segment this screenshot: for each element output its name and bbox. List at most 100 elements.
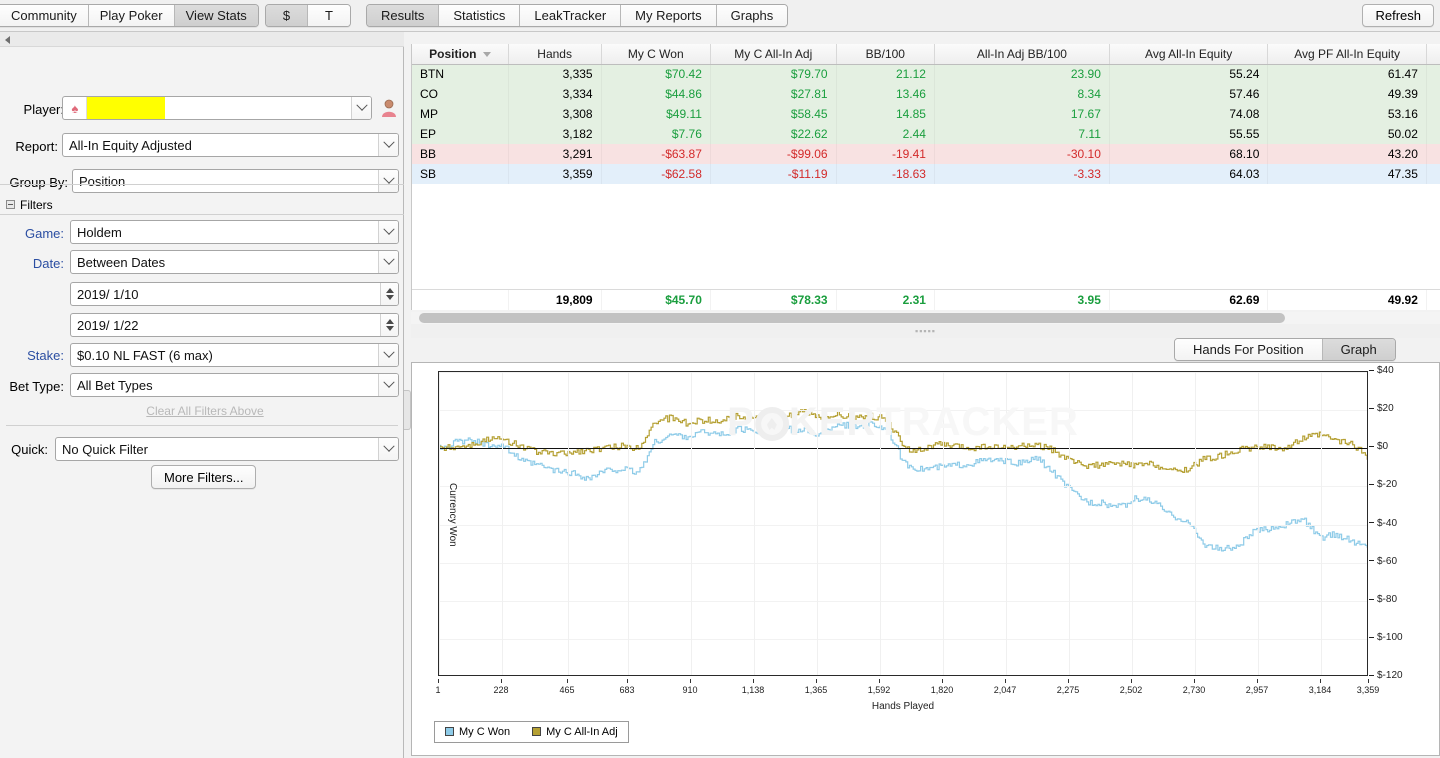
stepper-up-icon[interactable]	[386, 288, 394, 293]
cell-my_c_allin_adj: $79.70	[710, 64, 836, 84]
totals-allin-adj-bb100: 3.95	[934, 290, 1109, 310]
chart-x-tick: 2,730	[1183, 685, 1206, 695]
quick-filter-chevron-down-icon[interactable]	[378, 437, 398, 461]
stepper-up-icon[interactable]	[386, 319, 394, 324]
col-header-avg-f-allin-equity[interactable]: Avg F All-In Equity	[1426, 44, 1440, 64]
table-horizontal-scrollbar[interactable]	[411, 312, 1440, 324]
more-filters-button[interactable]: More Filters...	[151, 465, 256, 489]
cell-avg_f_allin_equity: 56	[1426, 84, 1440, 104]
stepper-down-icon[interactable]	[386, 326, 394, 331]
tab-results[interactable]: Results	[367, 5, 439, 26]
bet-type-chevron-down-icon[interactable]	[378, 373, 398, 397]
currency-toggle-segment[interactable]: $ T	[265, 4, 351, 27]
cell-my_c_won: -$62.58	[601, 164, 710, 184]
cell-hands: 3,182	[508, 124, 601, 144]
stats-tabs-segment[interactable]: Results Statistics LeakTracker My Report…	[366, 4, 788, 27]
cell-avg_pf_allin_equity: 49.39	[1268, 84, 1427, 104]
col-header-my-c-allin-adj[interactable]: My C All-In Adj	[710, 44, 836, 64]
date-chevron-down-icon[interactable]	[378, 250, 398, 274]
sidebar-collapse-bar[interactable]	[0, 32, 404, 47]
cell-hands: 3,335	[508, 64, 601, 84]
table-row[interactable]: MP3,308$49.11$58.4514.8517.6774.0853.168…	[412, 104, 1440, 124]
quick-filter-select[interactable]: No Quick Filter	[55, 437, 399, 461]
scrollbar-thumb[interactable]	[419, 313, 1285, 323]
refresh-button[interactable]: Refresh	[1362, 4, 1434, 27]
date-from-stepper[interactable]	[380, 282, 398, 306]
stake-select[interactable]: $0.10 NL FAST (6 max)	[70, 343, 399, 367]
col-header-position[interactable]: Position	[412, 44, 508, 64]
tab-leaktracker[interactable]: LeakTracker	[520, 5, 621, 26]
table-row[interactable]: SB3,359-$62.58-$11.19-18.63-3.3364.0347.…	[412, 164, 1440, 184]
tab-graph[interactable]: Graph	[1323, 339, 1395, 360]
tab-hands-for-position[interactable]: Hands For Position	[1175, 339, 1323, 360]
chart-gridline-vertical	[1132, 372, 1133, 675]
currency-dollar-button[interactable]: $	[266, 5, 308, 26]
player-dropdown-chevron-icon[interactable]	[351, 96, 371, 120]
sidebar-resize-grip[interactable]	[404, 390, 411, 430]
totals-row: 19,809 $45.70 $78.33 2.31 3.95 62.69 49.…	[412, 289, 1440, 309]
chart-x-tick: 465	[559, 685, 574, 695]
chart-x-tick: 1,138	[742, 685, 765, 695]
bet-type-select[interactable]: All Bet Types	[70, 373, 399, 397]
cell-avg_pf_allin_equity: 53.16	[1268, 104, 1427, 124]
quick-filter-value: No Quick Filter	[62, 442, 148, 457]
nav-view-stats[interactable]: View Stats	[175, 5, 258, 26]
chart-plot-area[interactable]: PKERTRACKER	[438, 371, 1368, 676]
stake-chevron-down-icon[interactable]	[378, 343, 398, 367]
chart-x-tickmark	[1194, 679, 1195, 683]
date-to-stepper[interactable]	[380, 313, 398, 337]
totals-avg-allin-equity: 62.69	[1109, 290, 1268, 310]
table-row[interactable]: BTN3,335$70.42$79.7021.1223.9055.2461.47…	[412, 64, 1440, 84]
group-by-select[interactable]: Position	[72, 169, 399, 193]
filters-collapse-icon[interactable]	[6, 200, 15, 209]
tab-graphs[interactable]: Graphs	[717, 5, 788, 26]
chart-gridline-horizontal	[439, 601, 1367, 602]
splitter-grip-icon: ▪▪▪▪▪	[915, 326, 936, 336]
col-header-allin-adj-bb100[interactable]: All-In Adj BB/100	[934, 44, 1109, 64]
chart-y-tick: $0	[1369, 441, 1388, 452]
tab-statistics[interactable]: Statistics	[439, 5, 520, 26]
report-chevron-down-icon[interactable]	[378, 133, 398, 157]
chart-x-axis: Hands Played 12284656839101,1381,3651,59…	[438, 679, 1368, 703]
cell-avg_allin_equity: 68.10	[1109, 144, 1268, 164]
report-select[interactable]: All-In Equity Adjusted	[62, 133, 399, 157]
chart-x-tickmark	[438, 679, 439, 683]
stepper-down-icon[interactable]	[386, 295, 394, 300]
nav-play-poker[interactable]: Play Poker	[89, 5, 175, 26]
group-by-chevron-down-icon[interactable]	[378, 169, 398, 193]
chart-x-tickmark	[1257, 679, 1258, 683]
date-from-input[interactable]: 2019/ 1/10	[70, 282, 399, 306]
legend-item-my-c-allin-adj[interactable]: My C All-In Adj	[532, 726, 618, 738]
table-body: BTN3,335$70.42$79.7021.1223.9055.2461.47…	[412, 64, 1440, 184]
cell-my_c_allin_adj: -$11.19	[710, 164, 836, 184]
nav-community[interactable]: Community	[0, 5, 89, 26]
totals-bb100: 2.31	[836, 290, 934, 310]
table-row[interactable]: BB3,291-$63.87-$99.06-19.41-30.1068.1043…	[412, 144, 1440, 164]
game-chevron-down-icon[interactable]	[378, 220, 398, 244]
col-header-hands[interactable]: Hands	[508, 44, 601, 64]
col-header-avg-pf-allin-equity[interactable]: Avg PF All-In Equity	[1268, 44, 1427, 64]
date-to-input[interactable]: 2019/ 1/22	[70, 313, 399, 337]
clear-all-filters-link[interactable]: Clear All Filters Above	[70, 404, 340, 418]
table-row[interactable]: CO3,334$44.86$27.8113.468.3457.4649.3956	[412, 84, 1440, 104]
col-header-bb100[interactable]: BB/100	[836, 44, 934, 64]
player-input[interactable]: ♠	[62, 96, 372, 120]
col-header-my-c-won[interactable]: My C Won	[601, 44, 710, 64]
graph-tabs-segment[interactable]: Hands For Position Graph	[1174, 338, 1396, 361]
cell-hands: 3,291	[508, 144, 601, 164]
report-label: Report:	[8, 139, 58, 154]
table-row[interactable]: EP3,182$7.76$22.622.447.1155.5550.0263	[412, 124, 1440, 144]
filters-section-header[interactable]: Filters	[6, 198, 53, 212]
legend-item-my-c-won[interactable]: My C Won	[445, 726, 510, 738]
game-select[interactable]: Holdem	[70, 220, 399, 244]
cell-bb100: -18.63	[836, 164, 934, 184]
player-profile-icon[interactable]	[380, 98, 398, 118]
currency-tournament-button[interactable]: T	[308, 5, 350, 26]
tab-my-reports[interactable]: My Reports	[621, 5, 716, 26]
col-header-avg-allin-equity[interactable]: Avg All-In Equity	[1109, 44, 1268, 64]
main-nav-segment[interactable]: Community Play Poker View Stats	[0, 4, 259, 27]
pane-splitter[interactable]: ▪▪▪▪▪	[411, 324, 1440, 338]
date-select[interactable]: Between Dates	[70, 250, 399, 274]
chart-x-tick: 2,047	[994, 685, 1017, 695]
cell-avg_pf_allin_equity: 50.02	[1268, 124, 1427, 144]
